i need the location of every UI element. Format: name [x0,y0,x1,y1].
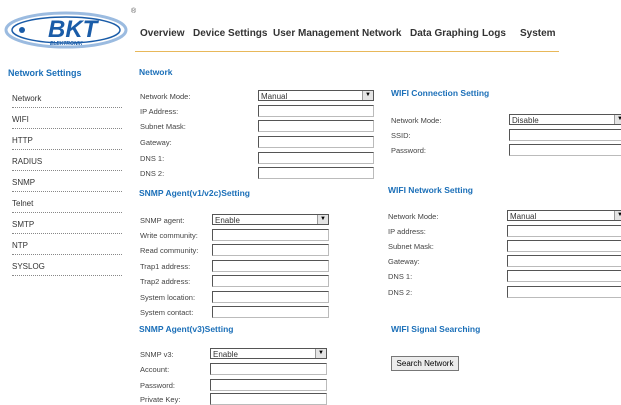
sidebar-title: Network Settings [8,68,82,78]
subnet-mask-label: Subnet Mask: [140,122,186,131]
trap2-address-input[interactable] [212,275,329,287]
snmp-agent-value: Enable [215,216,240,225]
snmp-v1v2c-section-title: SNMP Agent(v1/v2c)Setting [139,188,250,198]
v3-private-key-label: Private Key: [140,395,181,404]
nav-user-management[interactable]: User Management [273,28,359,39]
wifi-subnet-mask-input[interactable] [507,240,621,252]
system-contact-label: System contact: [140,308,194,317]
sidebar-item-smtp[interactable]: SMTP [12,220,122,234]
wifi-password-input[interactable] [509,144,621,156]
logo-subtext: ELEKTRONIK [50,41,83,47]
v3-password-input[interactable] [210,379,327,391]
wifi-dns1-label: DNS 1: [388,272,413,281]
v3-account-label: Account: [140,365,170,374]
nav-divider [135,51,559,52]
chevron-down-icon: ▼ [614,115,621,124]
snmp-agent-select[interactable]: Enable ▼ [212,214,329,225]
network-mode-label: Network Mode: [140,92,191,101]
wifi-dns2-input[interactable] [507,286,621,298]
ip-address-label: IP Address: [140,107,179,116]
trap1-address-input[interactable] [212,260,329,272]
wifi-subnet-mask-label: Subnet Mask: [388,242,434,251]
wifi-network-section-title: WIFI Network Setting [388,185,473,195]
snmp-v3-section-title: SNMP Agent(v3)Setting [139,324,234,334]
sidebar-item-telnet[interactable]: Telnet [12,199,122,213]
dns1-label: DNS 1: [140,154,165,163]
read-community-label: Read community: [140,246,199,255]
wifi-mode-label: Network Mode: [391,116,442,125]
sidebar-item-syslog[interactable]: SYSLOG [12,262,122,276]
nav-network[interactable]: Network [362,28,401,39]
sidebar-item-ntp[interactable]: NTP [12,241,122,255]
v3-private-key-input[interactable] [210,393,327,405]
dns1-input[interactable] [258,152,374,164]
sidebar-item-http[interactable]: HTTP [12,136,122,150]
chevron-down-icon: ▼ [614,211,621,220]
gateway-label: Gateway: [140,138,172,147]
system-contact-input[interactable] [212,306,329,318]
trap2-address-label: Trap2 address: [140,277,191,286]
sidebar-item-network[interactable]: Network [12,94,122,108]
bkt-logo: BKT ELEKTRONIK [4,8,130,52]
logo-text: BKT [48,16,100,43]
dns2-input[interactable] [258,167,374,179]
ip-address-input[interactable] [258,105,374,117]
chevron-down-icon: ▼ [317,215,328,224]
ssid-input[interactable] [509,129,621,141]
wifi-mode-select[interactable]: Disable ▼ [509,114,621,125]
dns2-label: DNS 2: [140,169,165,178]
nav-system[interactable]: System [520,28,556,39]
wifi-connection-section-title: WIFI Connection Setting [391,88,490,98]
chevron-down-icon: ▼ [362,91,373,100]
network-mode-select[interactable]: Manual ▼ [258,90,374,101]
subnet-mask-input[interactable] [258,120,374,132]
snmp-v3-select[interactable]: Enable ▼ [210,348,327,359]
chevron-down-icon: ▼ [315,349,326,358]
wifi-gateway-input[interactable] [507,255,621,267]
nav-logs[interactable]: Logs [482,28,506,39]
sidebar-item-radius[interactable]: RADIUS [12,157,122,171]
system-location-label: System location: [140,293,196,302]
write-community-input[interactable] [212,229,329,241]
snmp-v3-label: SNMP v3: [140,350,174,359]
wifi-net-mode-label: Network Mode: [388,212,439,221]
wifi-net-mode-value: Manual [510,212,537,221]
registered-mark: ® [131,8,137,15]
v3-account-input[interactable] [210,363,327,375]
v3-password-label: Password: [140,381,176,390]
wifi-gateway-label: Gateway: [388,257,420,266]
wifi-password-label: Password: [391,146,427,155]
nav-device-settings[interactable]: Device Settings [193,28,267,39]
write-community-label: Write community: [140,231,198,240]
gateway-input[interactable] [258,136,374,148]
network-mode-value: Manual [261,92,288,101]
ssid-label: SSID: [391,131,411,140]
wifi-ip-address-label: IP address: [388,227,426,236]
wifi-dns1-input[interactable] [507,270,621,282]
wifi-search-section-title: WIFI Signal Searching [391,324,481,334]
snmp-agent-label: SNMP agent: [140,216,185,225]
wifi-ip-address-input[interactable] [507,225,621,237]
trap1-address-label: Trap1 address: [140,262,191,271]
nav-overview[interactable]: Overview [140,28,184,39]
system-location-input[interactable] [212,291,329,303]
wifi-dns2-label: DNS 2: [388,288,413,297]
sidebar-item-snmp[interactable]: SNMP [12,178,122,192]
network-section-title: Network [139,67,173,77]
sidebar-item-wifi[interactable]: WIFI [12,115,122,129]
snmp-v3-value: Enable [213,350,238,359]
nav-data-graphing[interactable]: Data Graphing [410,28,479,39]
search-network-button[interactable]: Search Network [391,356,459,371]
wifi-mode-value: Disable [512,116,539,125]
read-community-input[interactable] [212,244,329,256]
wifi-net-mode-select[interactable]: Manual ▼ [507,210,621,221]
bkt-logo-mark: BKT ELEKTRONIK [4,11,128,49]
